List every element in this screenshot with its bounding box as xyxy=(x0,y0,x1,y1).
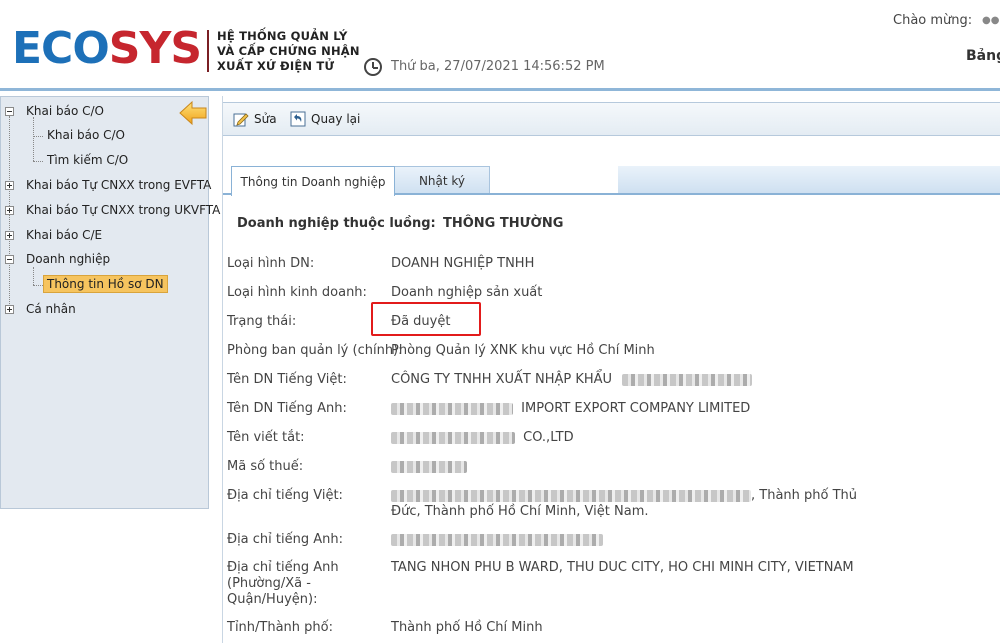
value-dia-chi-viet: , Thành phố Thủ Đức, Thành phố Hồ Chí Mi… xyxy=(391,488,861,520)
logo-separator xyxy=(207,30,209,72)
current-datetime: Thứ ba, 27/07/2021 14:56:52 PM xyxy=(391,59,605,74)
tree-line xyxy=(33,267,34,285)
value-tinh: Thành phố Hồ Chí Minh xyxy=(391,620,543,635)
value-ten-viet-row: CÔNG TY TNHH XUẤT NHẬP KHẨU xyxy=(391,372,753,388)
label-loai-hinh-kd: Loại hình kinh doanh: xyxy=(227,285,367,300)
redacted-text xyxy=(391,460,467,473)
label-phong-ban: Phòng ban quản lý (chính): xyxy=(227,343,403,358)
collapse-toggle[interactable] xyxy=(5,255,14,264)
label-tinh: Tỉnh/Thành phố: xyxy=(227,620,333,635)
back-button[interactable]: Quay lại xyxy=(290,111,360,127)
sidebar-item-tim-kiem-co[interactable]: Tìm kiếm C/O xyxy=(47,153,128,167)
label-dia-chi-anh-phuong: Địa chỉ tiếng Anh (Phường/Xã - Quận/Huyệ… xyxy=(227,560,339,608)
tab-bar: Thông tin Doanh nghiệp Nhật ký xyxy=(223,166,1000,196)
edit-label: Sửa xyxy=(254,112,277,126)
label-ten-anh: Tên DN Tiếng Anh: xyxy=(227,401,347,416)
label-dia-chi-anh-phuong-line1: Địa chỉ tiếng Anh xyxy=(227,560,339,575)
label-dia-chi-viet: Địa chỉ tiếng Việt: xyxy=(227,488,343,503)
tree-line xyxy=(33,285,43,286)
label-dia-chi-anh: Địa chỉ tiếng Anh: xyxy=(227,532,343,547)
value-dia-chi-anh-row xyxy=(391,532,603,548)
logo-tagline: HỆ THỐNG QUẢN LÝ VÀ CẤP CHỨNG NHẬN XUẤT … xyxy=(217,29,360,74)
edit-icon xyxy=(233,113,249,127)
sidebar-item-khai-bao-co-sub[interactable]: Khai báo C/O xyxy=(47,128,125,142)
welcome-text: Chào mừng: xyxy=(893,13,973,28)
sidebar-item-evfta[interactable]: Khai báo Tự CNXX trong EVFTA xyxy=(26,178,211,192)
ecosys-logo[interactable]: ECOSYS xyxy=(12,23,202,74)
redacted-text xyxy=(391,489,751,502)
value-ten-anh: IMPORT EXPORT COMPANY LIMITED xyxy=(521,401,751,416)
label-mst: Mã số thuế: xyxy=(227,459,304,474)
collapse-toggle[interactable] xyxy=(5,107,14,116)
sidebar-tree: Khai báo C/O Khai báo C/O Tìm kiếm C/O K… xyxy=(0,96,220,509)
label-dia-chi-anh-phuong-line3: Quận/Huyện): xyxy=(227,592,318,607)
expand-toggle[interactable] xyxy=(5,305,14,314)
tree-line xyxy=(33,117,34,161)
label-dia-chi-anh-phuong-line2: (Phường/Xã - xyxy=(227,576,311,591)
tree-line xyxy=(33,161,43,162)
flow-label: Doanh nghiệp thuộc luồng: xyxy=(237,216,436,231)
value-ten-anh-row: IMPORT EXPORT COMPANY LIMITED xyxy=(391,401,750,417)
expand-toggle[interactable] xyxy=(5,181,14,190)
label-trang-thai: Trạng thái: xyxy=(227,314,297,329)
tagline-line3: XUẤT XỨ ĐIỆN TỬ xyxy=(217,59,335,73)
expand-toggle[interactable] xyxy=(5,231,14,240)
main-panel: Sửa Quay lại Thông tin Doanh nghiệp Nhật… xyxy=(222,96,1000,643)
logo-sys: SYS xyxy=(108,23,202,74)
undo-icon xyxy=(290,111,306,127)
header-divider xyxy=(0,88,1000,91)
value-ten-tat-row: CO.,LTD xyxy=(391,430,574,446)
tab-nhat-ky[interactable]: Nhật ký xyxy=(395,166,490,194)
redacted-text xyxy=(622,373,753,386)
dashboard-link[interactable]: Bảng xyxy=(966,48,1000,64)
value-loai-hinh-dn: DOANH NGHIỆP TNHH xyxy=(391,256,535,271)
redacted-text xyxy=(391,431,515,444)
value-mst-row xyxy=(391,459,467,475)
label-ten-viet: Tên DN Tiếng Việt: xyxy=(227,372,347,387)
value-dia-chi-anh-phuong: TANG NHON PHU B WARD, THU DUC CITY, HO C… xyxy=(391,560,854,575)
expand-toggle[interactable] xyxy=(5,206,14,215)
logo-eco: ECO xyxy=(12,23,110,74)
label-loai-hinh-dn: Loại hình DN: xyxy=(227,256,315,271)
tagline-line1: HỆ THỐNG QUẢN LÝ xyxy=(217,29,348,43)
value-dia-chi-viet-line1: , Thành phố Thủ xyxy=(751,488,858,503)
back-label: Quay lại xyxy=(311,112,361,126)
sidebar-item-thong-tin-ho-so-dn[interactable]: Thông tin Hồ sơ DN xyxy=(43,275,168,293)
label-ten-tat: Tên viết tắt: xyxy=(227,430,305,445)
sidebar-item-doanh-nghiep[interactable]: Doanh nghiệp xyxy=(26,252,110,266)
sidebar-item-ukvfta[interactable]: Khai báo Tự CNXX trong UKVFTA xyxy=(26,203,220,217)
tagline-line2: VÀ CẤP CHỨNG NHẬN xyxy=(217,44,360,58)
tree-line xyxy=(33,136,43,137)
status-highlight-box xyxy=(371,302,481,336)
flow-value: THÔNG THƯỜNG xyxy=(443,216,564,231)
back-arrow-icon[interactable] xyxy=(178,100,208,126)
app-header: ECOSYS HỆ THỐNG QUẢN LÝ VÀ CẤP CHỨNG NHẬ… xyxy=(0,0,1000,91)
redacted-text xyxy=(391,533,603,546)
sidebar-item-ca-nhan[interactable]: Cá nhân xyxy=(26,302,76,316)
value-phong-ban: Phòng Quản lý XNK khu vực Hồ Chí Minh xyxy=(391,343,655,358)
user-icon[interactable]: ●● xyxy=(982,16,999,26)
tab-thong-tin-doanh-nghiep[interactable]: Thông tin Doanh nghiệp xyxy=(231,166,395,196)
edit-button[interactable]: Sửa xyxy=(233,111,277,127)
value-dia-chi-viet-line2: Đức, Thành phố Hồ Chí Minh, Việt Nam. xyxy=(391,504,649,519)
value-loai-hinh-kd: Doanh nghiệp sản xuất xyxy=(391,285,543,300)
value-ten-tat: CO.,LTD xyxy=(523,430,574,445)
sidebar-item-khai-bao-ce[interactable]: Khai báo C/E xyxy=(26,228,102,242)
tab-bar-fill xyxy=(618,166,1000,193)
redacted-text xyxy=(391,402,513,415)
clock-icon xyxy=(364,58,382,76)
value-ten-viet: CÔNG TY TNHH XUẤT NHẬP KHẨU xyxy=(391,372,613,387)
sidebar-item-khai-bao-co[interactable]: Khai báo C/O xyxy=(26,104,104,118)
toolbar: Sửa Quay lại xyxy=(223,102,1000,136)
